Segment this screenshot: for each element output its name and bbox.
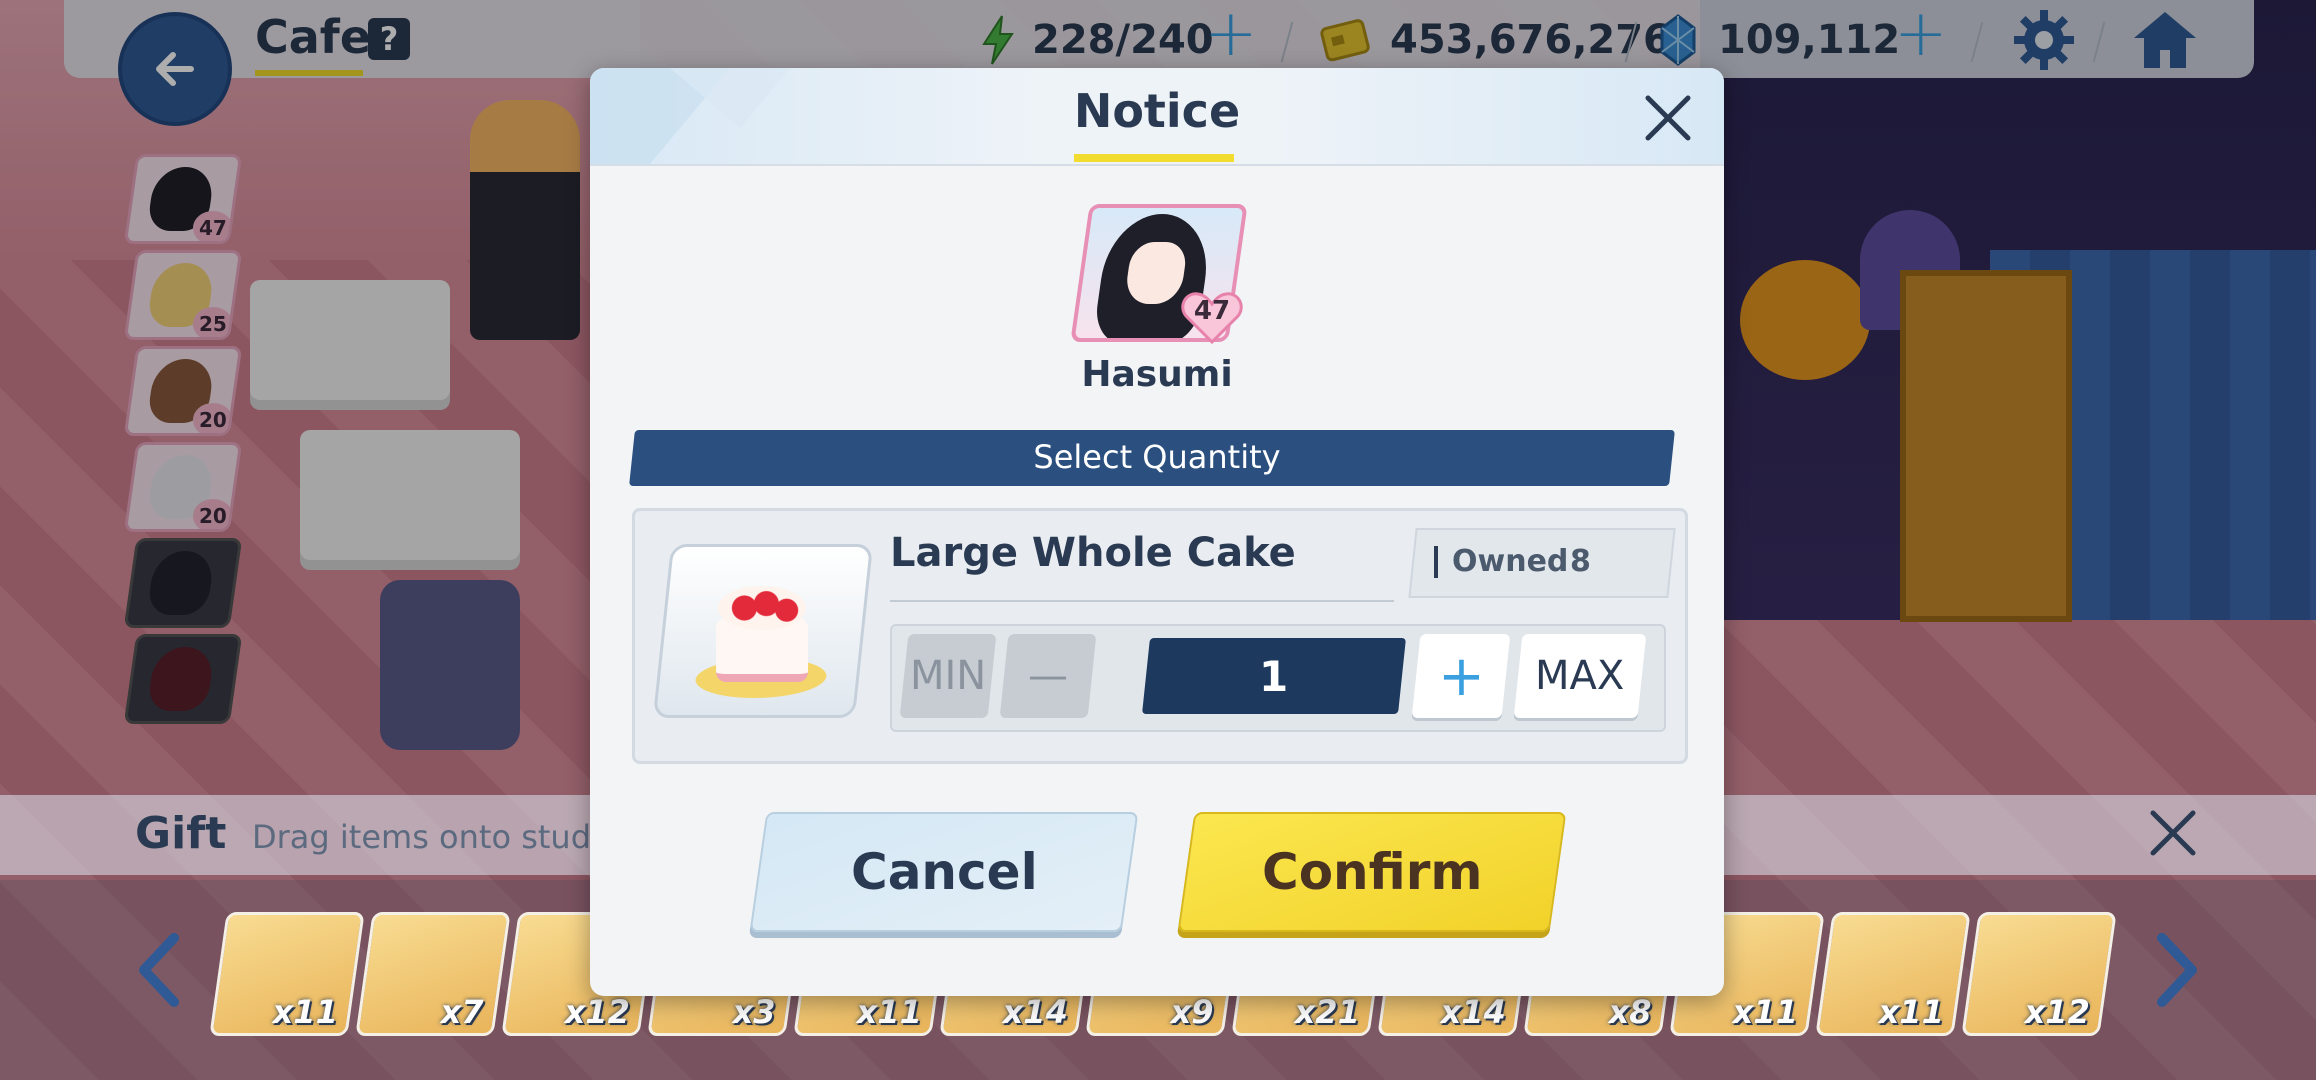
gift-item-count: x7 — [440, 993, 484, 1031]
gift-item-count: x12 — [564, 993, 630, 1031]
quantity-text: 1 — [1259, 651, 1289, 701]
next-arrow-icon[interactable] — [2146, 930, 2206, 1010]
affection-level: 47 — [1193, 296, 1231, 326]
gift-item-count: x21 — [1294, 993, 1360, 1031]
item-name-divider — [890, 600, 1394, 602]
gift-item-count: x11 — [1878, 993, 1944, 1031]
min-button[interactable]: MIN — [899, 634, 997, 718]
close-icon[interactable] — [1640, 90, 1696, 146]
gift-item-count: x12 — [2024, 993, 2090, 1031]
min-label: MIN — [909, 653, 987, 699]
gift-item-count: x14 — [1440, 993, 1506, 1031]
cancel-label: Cancel — [850, 843, 1038, 901]
gift-item[interactable]: x11 — [209, 912, 365, 1036]
gift-item[interactable]: x12 — [1961, 912, 2117, 1036]
confirm-button[interactable]: Confirm — [1177, 812, 1567, 932]
gift-item-count: x14 — [1002, 993, 1068, 1031]
minus-button[interactable]: — — [999, 634, 1097, 718]
confirm-label: Confirm — [1261, 843, 1483, 901]
gift-item-count: x8 — [1608, 993, 1652, 1031]
max-label: MAX — [1535, 653, 1625, 699]
owned-label: Owned — [1452, 544, 1569, 579]
gift-item-count: x11 — [856, 993, 922, 1031]
gift-item-count: x9 — [1170, 993, 1214, 1031]
gift-item[interactable]: x7 — [355, 912, 511, 1036]
gift-close-icon[interactable] — [2145, 805, 2201, 861]
owned-count: 8 — [1570, 544, 1591, 579]
gift-item[interactable]: x11 — [1815, 912, 1971, 1036]
select-quantity-label: Select Quantity — [1033, 438, 1281, 476]
gift-item-count: x11 — [1732, 993, 1798, 1031]
max-button[interactable]: MAX — [1513, 634, 1647, 718]
quantity-value[interactable]: 1 — [1142, 638, 1406, 714]
title-underline — [1074, 154, 1234, 162]
cancel-button[interactable]: Cancel — [749, 812, 1139, 932]
plus-label: + — [1437, 643, 1485, 709]
dialog-title: Notice — [1073, 84, 1241, 138]
gift-item-count: x3 — [732, 993, 776, 1031]
owned-marker — [1434, 546, 1438, 578]
plus-button[interactable]: + — [1411, 634, 1511, 718]
cake-strawberries — [718, 586, 806, 630]
student-name: Hasumi — [1081, 354, 1233, 395]
notice-dialog: Notice 47 Hasumi Select Quantity Large W… — [590, 68, 1724, 996]
minus-label: — — [1028, 653, 1068, 699]
prev-arrow-icon[interactable] — [130, 930, 190, 1010]
gift-item-count: x11 — [272, 993, 338, 1031]
gift-hint: Drag items onto student — [252, 818, 644, 856]
gift-label: Gift — [135, 808, 227, 859]
item-name: Large Whole Cake — [890, 530, 1296, 576]
